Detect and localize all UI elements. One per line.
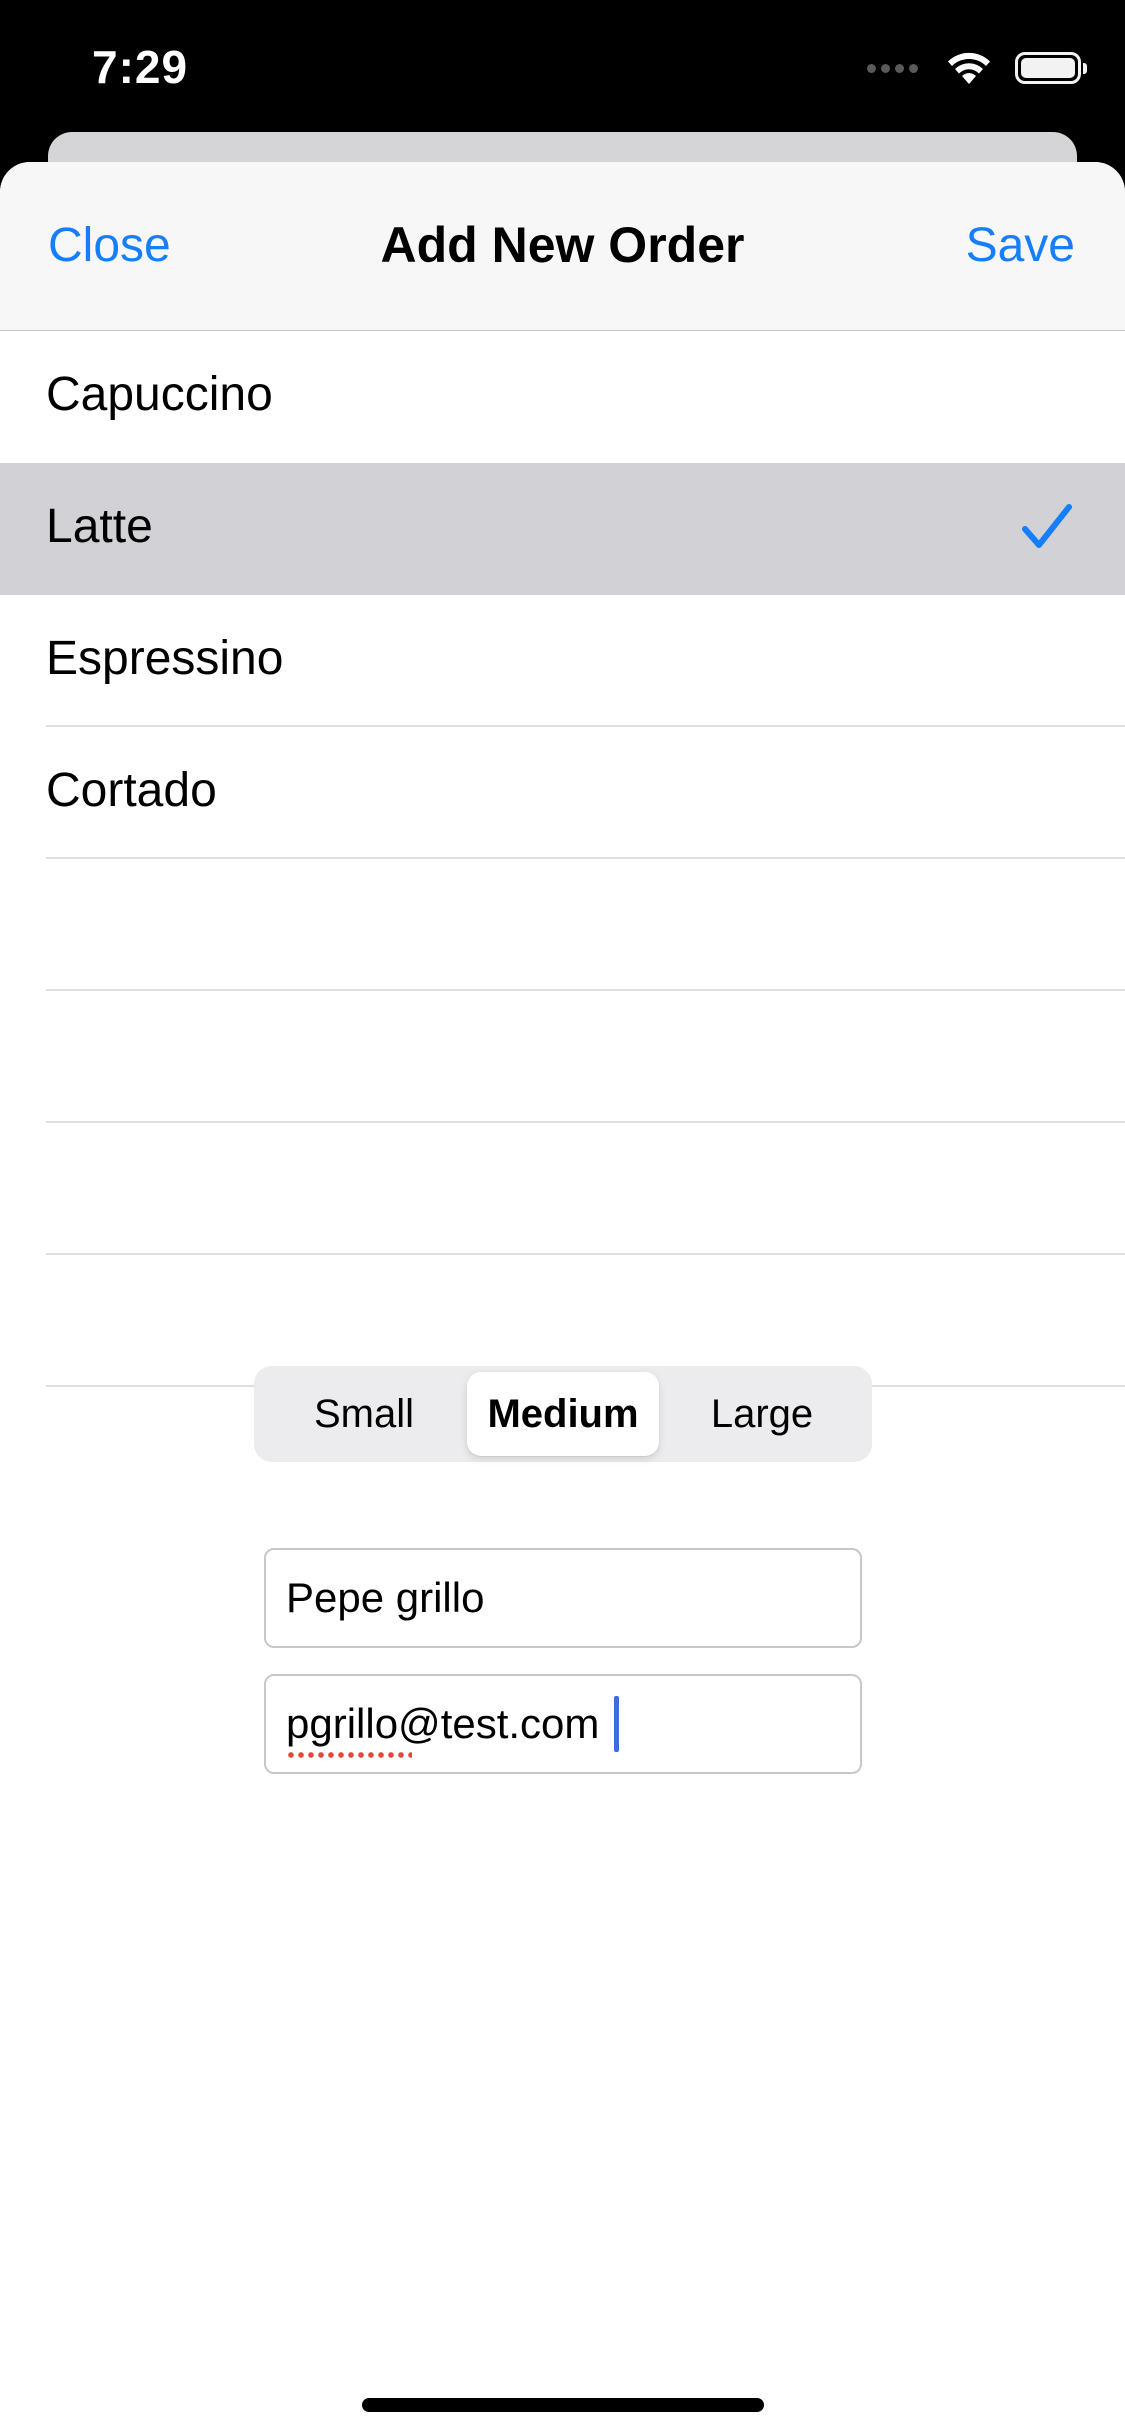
name-field[interactable]: Pepe grillo: [264, 1548, 862, 1648]
empty-list-row: [0, 859, 1125, 991]
size-segmented-control: Small Medium Large: [254, 1366, 872, 1462]
empty-list-row: [0, 1123, 1125, 1255]
list-item-label: Capuccino: [46, 368, 273, 421]
email-field-value: pgrillo@test.com: [286, 1700, 600, 1747]
list-item-label: Cortado: [46, 764, 217, 817]
size-option-small[interactable]: Small: [268, 1372, 460, 1456]
battery-icon: [1015, 52, 1087, 84]
app-screen: 7:29 Close Add New Order Save Capuccino …: [0, 0, 1125, 2436]
save-button[interactable]: Save: [966, 218, 1075, 273]
size-option-medium[interactable]: Medium: [467, 1372, 659, 1456]
navigation-bar: Close Add New Order Save: [0, 162, 1125, 331]
spellcheck-underline: [286, 1752, 412, 1758]
page-title: Add New Order: [380, 217, 745, 273]
list-item-capuccino[interactable]: Capuccino: [0, 331, 1125, 463]
home-indicator[interactable]: [362, 2398, 764, 2412]
list-item-latte[interactable]: Latte: [0, 463, 1125, 595]
list-item-label: Espressino: [46, 632, 284, 685]
email-field[interactable]: pgrillo@test.com: [264, 1674, 862, 1774]
empty-list-row: [0, 991, 1125, 1123]
add-order-sheet: Close Add New Order Save Capuccino Latte…: [0, 162, 1125, 2436]
list-item-espressino[interactable]: Espressino: [0, 595, 1125, 727]
list-item-label: Latte: [46, 500, 153, 553]
name-field-value: Pepe grillo: [286, 1574, 485, 1621]
coffee-list: Capuccino Latte Espressino Cortado: [0, 331, 1125, 1387]
status-time: 7:29: [92, 41, 189, 93]
checkmark-icon: [1022, 504, 1072, 548]
size-option-large[interactable]: Large: [666, 1372, 858, 1456]
signal-icon: [867, 63, 923, 73]
status-icons: [867, 46, 1087, 90]
text-cursor: [614, 1696, 619, 1752]
wifi-icon: [948, 52, 990, 84]
list-item-cortado[interactable]: Cortado: [0, 727, 1125, 859]
